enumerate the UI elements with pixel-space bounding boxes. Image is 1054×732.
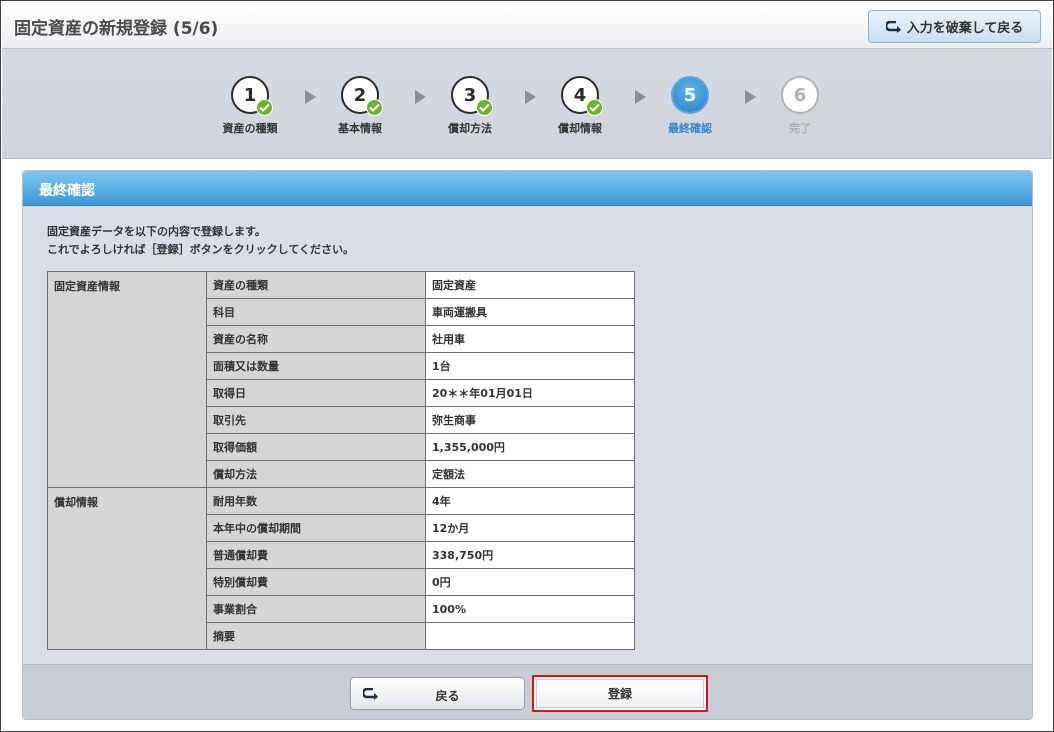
item-label: 摘要 [206,622,426,650]
step-number: 5 [683,84,697,106]
step-number: 3 [463,84,477,106]
register-button[interactable]: 登録 [532,675,708,712]
item-label: 償却方法 [206,460,426,488]
item-label: 取得価額 [206,433,426,461]
triangle-right-icon [305,90,316,104]
item-label: 本年中の償却期間 [206,514,426,542]
checkmark-icon [366,99,383,116]
back-button[interactable]: 戻る [350,677,525,710]
item-value [425,622,635,650]
table-row: 償却情報 耐用年数 4年 [47,487,635,650]
step-number-circle: 5 [671,76,709,114]
discard-button-label: 入力を破棄して戻る [906,21,1024,36]
group-label: 償却情報 [47,487,207,650]
triangle-right-icon [635,90,646,104]
step-number: 4 [573,84,587,106]
step-label: 完了 [789,122,811,135]
item-value: 100% [425,595,635,623]
table-row: 固定資産情報 資産の種類 固定資産 [47,271,635,488]
panel-title: 最終確認 [39,183,95,199]
intro-line-1: 固定資産データを以下の内容で登録します。 [47,225,266,238]
register-button-label: 登録 [607,687,632,701]
item-label: 資産の種類 [206,271,426,299]
item-label: 取引先 [206,406,426,434]
discard-and-return-button[interactable]: 入力を破棄して戻る [868,10,1041,43]
step-4: 4 償却情報 [540,76,620,136]
intro-text: 固定資産データを以下の内容で登録します。 これでよろしければ［登録］ボタンをクリ… [47,223,354,259]
item-label: 事業割合 [206,595,426,623]
checkmark-icon [586,99,603,116]
item-label: 耐用年数 [206,487,426,515]
item-label: 科目 [206,298,426,326]
step-label: 基本情報 [338,122,382,135]
triangle-right-icon [745,90,756,104]
step-number-circle: 2 [341,76,383,116]
step-number: 1 [243,84,257,106]
group-label: 固定資産情報 [47,271,207,488]
step-number-circle: 3 [451,76,493,116]
step-label: 償却情報 [558,122,602,135]
item-label: 特別償却費 [206,568,426,596]
step-1: 1 資産の種類 [210,76,290,136]
step-6: 6 完了 [760,76,840,136]
step-number: 6 [793,84,807,106]
asset-summary-table: 固定資産情報 資産の種類 固定資産 科目 車両運搬具 資産の名称 社用車 面積又は数量 1台 取得… [47,271,635,650]
page-header: 固定資産の新規登録 (5/6) 入力を破棄して戻る [2,2,1052,49]
item-value: 338,750円 [425,541,635,569]
panel-header: 最終確認 [23,171,1032,206]
step-number-circle: 6 [781,76,819,114]
item-label: 資産の名称 [206,325,426,353]
step-label: 資産の種類 [222,122,278,135]
item-value: 定額法 [425,460,635,488]
item-value: 社用車 [425,325,635,353]
panel-footer: 戻る 登録 [23,664,1032,719]
step-3: 3 償却方法 [430,76,510,136]
item-value: 4年 [425,487,635,515]
final-confirmation-panel: 最終確認 固定資産データを以下の内容で登録します。 これでよろしければ［登録］ボ… [22,170,1033,720]
item-label: 面積又は数量 [206,352,426,380]
checkmark-icon [256,99,273,116]
step-label: 最終確認 [668,122,712,135]
step-label: 償却方法 [448,122,492,135]
item-value: 12か月 [425,514,635,542]
triangle-right-icon [525,90,536,104]
return-arrow-icon [885,20,901,33]
item-value: 1台 [425,352,635,380]
item-value: 弥生商事 [425,406,635,434]
step-2: 2 基本情報 [320,76,400,136]
step-indicator: 1 資産の種類 2 基本情報 3 償却方法 4 償却情報 5 最終確認 6 完了 [2,49,1052,159]
intro-line-2: これでよろしければ［登録］ボタンをクリックしてください。 [47,243,355,256]
triangle-right-icon [415,90,426,104]
item-value: 20＊＊年01月01日 [425,379,635,407]
window-frame: 固定資産の新規登録 (5/6) 入力を破棄して戻る 1 資産の種類 2 基本情報 3 償却… [0,0,1054,732]
checkmark-icon [476,99,493,116]
item-value: 1,355,000円 [425,433,635,461]
back-button-label: 戻る [435,689,460,703]
item-label: 普通償却費 [206,541,426,569]
item-value: 固定資産 [425,271,635,299]
step-number: 2 [353,84,367,106]
item-value: 0円 [425,568,635,596]
item-label: 取得日 [206,379,426,407]
step-number-circle: 1 [231,76,273,116]
step-5: 5 最終確認 [650,76,730,136]
page-title: 固定資産の新規登録 (5/6) [14,19,219,39]
step-number-circle: 4 [561,76,603,116]
item-value: 車両運搬具 [425,298,635,326]
